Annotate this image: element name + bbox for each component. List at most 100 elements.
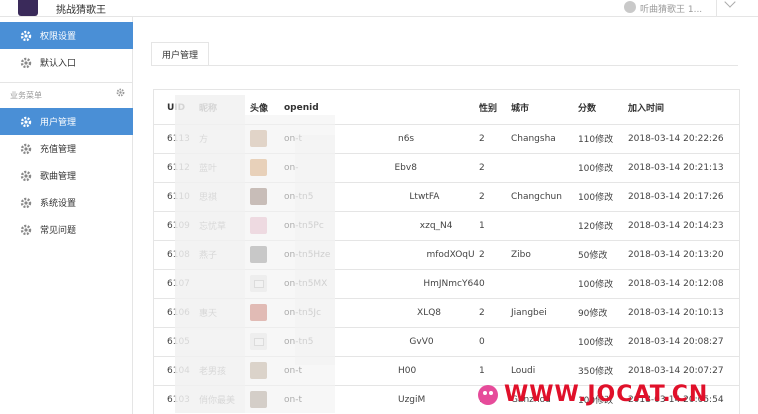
cell-score-edit[interactable]: 120修改 (577, 211, 628, 241)
openid-end: xzq_N4 (419, 220, 453, 231)
app-logo[interactable] (18, 0, 38, 16)
user-avatar[interactable] (624, 1, 636, 13)
table-row[interactable]: 6112 蓝叶 on- Ebv8 2 100修改 2018-03-14 20:21… (154, 153, 739, 183)
cell-gender: 0 (478, 327, 511, 357)
cell-gender: 2 (478, 240, 511, 270)
cell-city (510, 269, 578, 299)
cell-nickname: 俏你最美 (199, 385, 250, 414)
cell-openid: on-tn5Pc xzq_N4 (284, 211, 479, 241)
cell-openid: on-tn5Jc XLQ8 (284, 298, 479, 328)
sidebar-item-label: 默认入口 (40, 59, 77, 69)
tab-bar: 用户管理 (151, 42, 210, 66)
column-header-gender[interactable]: 性别 (478, 90, 511, 125)
cell-avatar (250, 356, 284, 386)
cell-avatar (250, 182, 284, 212)
table-row[interactable]: 6104 老男孩 on-t H00 1 Loudi 350修改 2018-03-1… (154, 356, 739, 386)
sidebar-item-permissions[interactable]: 权限设置 (0, 22, 133, 49)
cell-join-time: 2018-03-14 20:07:27 (627, 356, 739, 386)
sidebar-item-songs[interactable]: 歌曲管理 (0, 162, 133, 189)
table-row[interactable]: 6110 思祺 on-tn5 LtwtFA 2 Changchun 100修改 2… (154, 182, 739, 212)
gear-icon (20, 30, 32, 42)
column-header-city[interactable]: 城市 (510, 90, 578, 125)
cell-score-edit[interactable]: 100修改 (577, 327, 628, 357)
cell-avatar (250, 269, 284, 299)
cell-score-edit[interactable]: 50修改 (577, 240, 628, 270)
openid-start: on-tn5Jc (284, 307, 322, 318)
sidebar-item-label: 歌曲管理 (40, 172, 77, 182)
gear-icon (20, 143, 32, 155)
cell-openid: on-tn5MX HmJNmcY64 (284, 269, 479, 299)
top-bar: 挑战猜歌王 听曲猜歌王 1... (0, 0, 758, 17)
gear-icon[interactable] (116, 88, 125, 100)
column-header-nickname[interactable]: 昵称 (199, 90, 250, 125)
openid-end: HmJNmcY64 (423, 278, 479, 289)
table-row[interactable]: 6106 惠天 on-tn5Jc XLQ8 2 Jiangbei 90修改 201… (154, 298, 739, 328)
avatar (250, 304, 267, 321)
cell-avatar (250, 385, 284, 414)
column-header-uid[interactable]: UID (154, 90, 199, 125)
column-header-join-time[interactable]: 加入时间 (627, 90, 739, 125)
gear-icon (20, 116, 32, 128)
sidebar-item-recharge[interactable]: 充值管理 (0, 135, 133, 162)
cell-openid: on-t H00 (284, 356, 479, 386)
sidebar: 权限设置 默认入口 业务菜单 用户管理 充值管理 歌曲管理 系统设置 常见问题 (0, 17, 133, 414)
gear-icon (20, 224, 32, 236)
cell-city: Changchun (510, 182, 578, 212)
sidebar-item-users[interactable]: 用户管理 (0, 108, 133, 135)
openid-start: on-t (284, 394, 302, 405)
openid-end: GvV0 (409, 336, 434, 347)
divider (716, 0, 717, 17)
avatar (250, 130, 267, 147)
avatar-placeholder-icon (250, 333, 267, 350)
gear-icon (20, 197, 32, 209)
table-row[interactable]: 6113 方 on-t n6s 2 Changsha 110修改 2018-03-… (154, 124, 739, 154)
cell-score-edit[interactable]: 100修改 (577, 153, 628, 183)
cell-join-time: 2018-03-14 20:22:26 (627, 124, 739, 154)
avatar (250, 391, 267, 408)
cell-city: Loudi (510, 356, 578, 386)
table-row[interactable]: 6109 忘忧草 on-tn5Pc xzq_N4 1 120修改 2018-03-… (154, 211, 739, 241)
user-menu[interactable]: 听曲猜歌王 1... (598, 0, 758, 17)
cell-avatar (250, 240, 284, 270)
table-row[interactable]: 6107 on-tn5MX HmJNmcY64 0 100修改 2018-03-1… (154, 269, 739, 299)
cell-nickname: 蓝叶 (199, 153, 250, 183)
cell-nickname: 惠天 (199, 298, 250, 328)
cell-score-edit[interactable]: 100修改 (577, 182, 628, 212)
cell-gender: 2 (478, 182, 511, 212)
column-header-avatar[interactable]: 头像 (250, 90, 284, 125)
chevron-down-icon[interactable] (724, 0, 736, 8)
cell-join-time: 2018-03-14 20:12:08 (627, 269, 739, 299)
openid-start: on-tn5Pc (284, 220, 324, 231)
cell-nickname: 燕子 (199, 240, 250, 270)
cell-openid: on-tn5 LtwtFA (284, 182, 479, 212)
cell-openid: on- Ebv8 (284, 153, 479, 183)
column-header-score[interactable]: 分数 (577, 90, 628, 125)
cell-avatar (250, 124, 284, 154)
divider (151, 65, 738, 66)
cell-gender: 0 (478, 269, 511, 299)
user-name[interactable]: 听曲猜歌王 1... (640, 2, 702, 15)
cell-city (510, 153, 578, 183)
section-label: 业务菜单 (10, 91, 42, 100)
sidebar-item-label: 常见问题 (40, 226, 77, 236)
column-header-openid[interactable]: openid (284, 90, 479, 125)
sidebar-item-faq[interactable]: 常见问题 (0, 216, 133, 243)
tab-user-management[interactable]: 用户管理 (151, 42, 210, 66)
cell-uid: 6104 (154, 356, 199, 386)
openid-start: on-tn5MX (284, 278, 328, 289)
cell-score-edit[interactable]: 100修改 (577, 269, 628, 299)
cell-nickname: 思祺 (199, 182, 250, 212)
cell-score-edit[interactable]: 110修改 (577, 124, 628, 154)
cell-uid: 6103 (154, 385, 199, 414)
sidebar-item-system[interactable]: 系统设置 (0, 189, 133, 216)
cell-score-edit[interactable]: 90修改 (577, 298, 628, 328)
table-row[interactable]: 6105 on-tn5 GvV0 0 100修改 2018-03-14 20:08… (154, 327, 739, 357)
table-row[interactable]: 6108 燕子 on-tn5Hze mfodXOqU 2 Zibo 50修改 20… (154, 240, 739, 270)
sidebar-item-label: 权限设置 (40, 32, 77, 42)
openid-start: on- (284, 162, 299, 173)
cat-logo-icon (478, 384, 498, 405)
openid-start: on-t (284, 133, 302, 144)
sidebar-item-default-entry[interactable]: 默认入口 (0, 49, 133, 76)
cell-city: Jiangbei (510, 298, 578, 328)
cell-score-edit[interactable]: 350修改 (577, 356, 628, 386)
